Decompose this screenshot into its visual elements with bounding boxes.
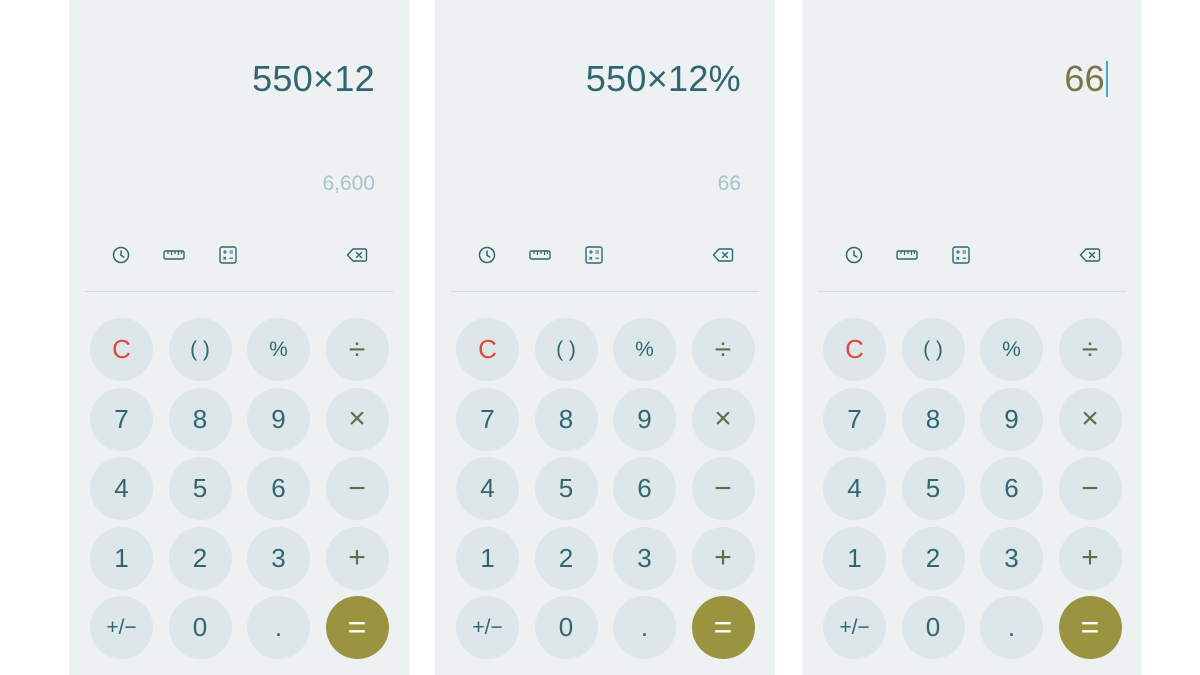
plus-key[interactable]: + <box>1058 526 1122 590</box>
digit-5-key[interactable]: 5 <box>901 457 965 520</box>
digit-0-key[interactable]: 0 <box>534 596 598 659</box>
plus-key[interactable]: + <box>691 526 755 590</box>
decimal-key[interactable]: . <box>980 596 1043 659</box>
scientific-icon[interactable] <box>217 244 239 266</box>
history-icon[interactable] <box>843 244 865 266</box>
digit-3-key[interactable]: 3 <box>247 526 310 590</box>
digit-0-key[interactable]: 0 <box>168 596 232 659</box>
digit-8-key[interactable]: 8 <box>168 387 232 451</box>
scientific-icon[interactable] <box>583 244 605 266</box>
calculator-screen-1: 550×12 6,600 C( )% ÷ 7 8 9 × 4 5 6− 1 2 3 + +/− 0. = <box>69 0 409 675</box>
clear-key[interactable]: C <box>456 318 519 381</box>
divider <box>451 291 759 292</box>
divider <box>818 291 1126 292</box>
sign-toggle-key[interactable]: +/− <box>456 596 519 659</box>
multiply-key[interactable]: × <box>1058 387 1122 451</box>
backspace-icon[interactable] <box>712 244 734 266</box>
calculator-screen-2: 550×12% 66 C( )% ÷ 7 8 9 × 4 5 6− 1 2 3 + +/− 0. = <box>435 0 775 675</box>
percent-key[interactable]: % <box>980 318 1043 381</box>
digit-3-key[interactable]: 3 <box>980 526 1043 590</box>
digit-4-key[interactable]: 4 <box>90 457 153 520</box>
digit-8-key[interactable]: 8 <box>901 387 965 451</box>
backspace-icon[interactable] <box>346 244 368 266</box>
percent-key[interactable]: % <box>613 318 676 381</box>
digit-3-key[interactable]: 3 <box>613 526 676 590</box>
digit-4-key[interactable]: 4 <box>456 457 519 520</box>
plus-key[interactable]: + <box>325 526 389 590</box>
digit-2-key[interactable]: 2 <box>168 526 232 590</box>
digit-9-key[interactable]: 9 <box>613 387 676 451</box>
digit-1-key[interactable]: 1 <box>90 526 153 590</box>
digit-2-key[interactable]: 2 <box>901 526 965 590</box>
digit-1-key[interactable]: 1 <box>456 526 519 590</box>
equals-key[interactable]: = <box>1058 596 1122 659</box>
multiply-key[interactable]: × <box>325 387 389 451</box>
divider <box>85 291 393 292</box>
result-preview: 6,600 <box>322 172 375 195</box>
ruler-icon[interactable] <box>896 244 918 266</box>
calculator-screen-3: 66 C( )% ÷ 7 8 9 × 4 5 6− 1 2 3 + +/− 0. = <box>802 0 1142 675</box>
digit-1-key[interactable]: 1 <box>823 526 886 590</box>
digit-6-key[interactable]: 6 <box>247 457 310 520</box>
decimal-key[interactable]: . <box>613 596 676 659</box>
digit-8-key[interactable]: 8 <box>534 387 598 451</box>
digit-6-key[interactable]: 6 <box>980 457 1043 520</box>
ruler-icon[interactable] <box>529 244 551 266</box>
history-icon[interactable] <box>476 244 498 266</box>
keypad: C( )% ÷ 7 8 9 × 4 5 6− 1 2 3 + +/− 0. = <box>90 318 389 659</box>
digit-7-key[interactable]: 7 <box>823 387 886 451</box>
digit-7-key[interactable]: 7 <box>90 387 153 451</box>
digit-4-key[interactable]: 4 <box>823 457 886 520</box>
toolbar <box>69 244 409 266</box>
scientific-icon[interactable] <box>950 244 972 266</box>
expression-display[interactable]: 66 <box>1064 58 1108 100</box>
sign-toggle-key[interactable]: +/− <box>823 596 886 659</box>
clear-key[interactable]: C <box>90 318 153 381</box>
digit-6-key[interactable]: 6 <box>613 457 676 520</box>
digit-7-key[interactable]: 7 <box>456 387 519 451</box>
percent-key[interactable]: % <box>247 318 310 381</box>
minus-key[interactable]: − <box>325 457 389 520</box>
keypad: C( )% ÷ 7 8 9 × 4 5 6− 1 2 3 + +/− 0. = <box>456 318 755 659</box>
equals-key[interactable]: = <box>691 596 755 659</box>
parentheses-key[interactable]: ( ) <box>168 318 232 381</box>
digit-2-key[interactable]: 2 <box>534 526 598 590</box>
toolbar <box>802 244 1142 266</box>
digit-5-key[interactable]: 5 <box>168 457 232 520</box>
divide-key[interactable]: ÷ <box>691 318 755 381</box>
ruler-icon[interactable] <box>163 244 185 266</box>
divide-key[interactable]: ÷ <box>1058 318 1122 381</box>
digit-5-key[interactable]: 5 <box>534 457 598 520</box>
digit-9-key[interactable]: 9 <box>247 387 310 451</box>
expression-display[interactable]: 550×12 <box>252 58 375 100</box>
expression-text: 66 <box>1064 58 1105 99</box>
text-cursor <box>1106 61 1108 97</box>
divide-key[interactable]: ÷ <box>325 318 389 381</box>
minus-key[interactable]: − <box>1058 457 1122 520</box>
digit-0-key[interactable]: 0 <box>901 596 965 659</box>
minus-key[interactable]: − <box>691 457 755 520</box>
toolbar <box>435 244 775 266</box>
history-icon[interactable] <box>110 244 132 266</box>
decimal-key[interactable]: . <box>247 596 310 659</box>
expression-display[interactable]: 550×12% <box>586 58 741 100</box>
parentheses-key[interactable]: ( ) <box>901 318 965 381</box>
keypad: C( )% ÷ 7 8 9 × 4 5 6− 1 2 3 + +/− 0. = <box>823 318 1122 659</box>
result-preview: 66 <box>717 172 741 195</box>
backspace-icon[interactable] <box>1079 244 1101 266</box>
digit-9-key[interactable]: 9 <box>980 387 1043 451</box>
sign-toggle-key[interactable]: +/− <box>90 596 153 659</box>
multiply-key[interactable]: × <box>691 387 755 451</box>
equals-key[interactable]: = <box>325 596 389 659</box>
parentheses-key[interactable]: ( ) <box>534 318 598 381</box>
clear-key[interactable]: C <box>823 318 886 381</box>
